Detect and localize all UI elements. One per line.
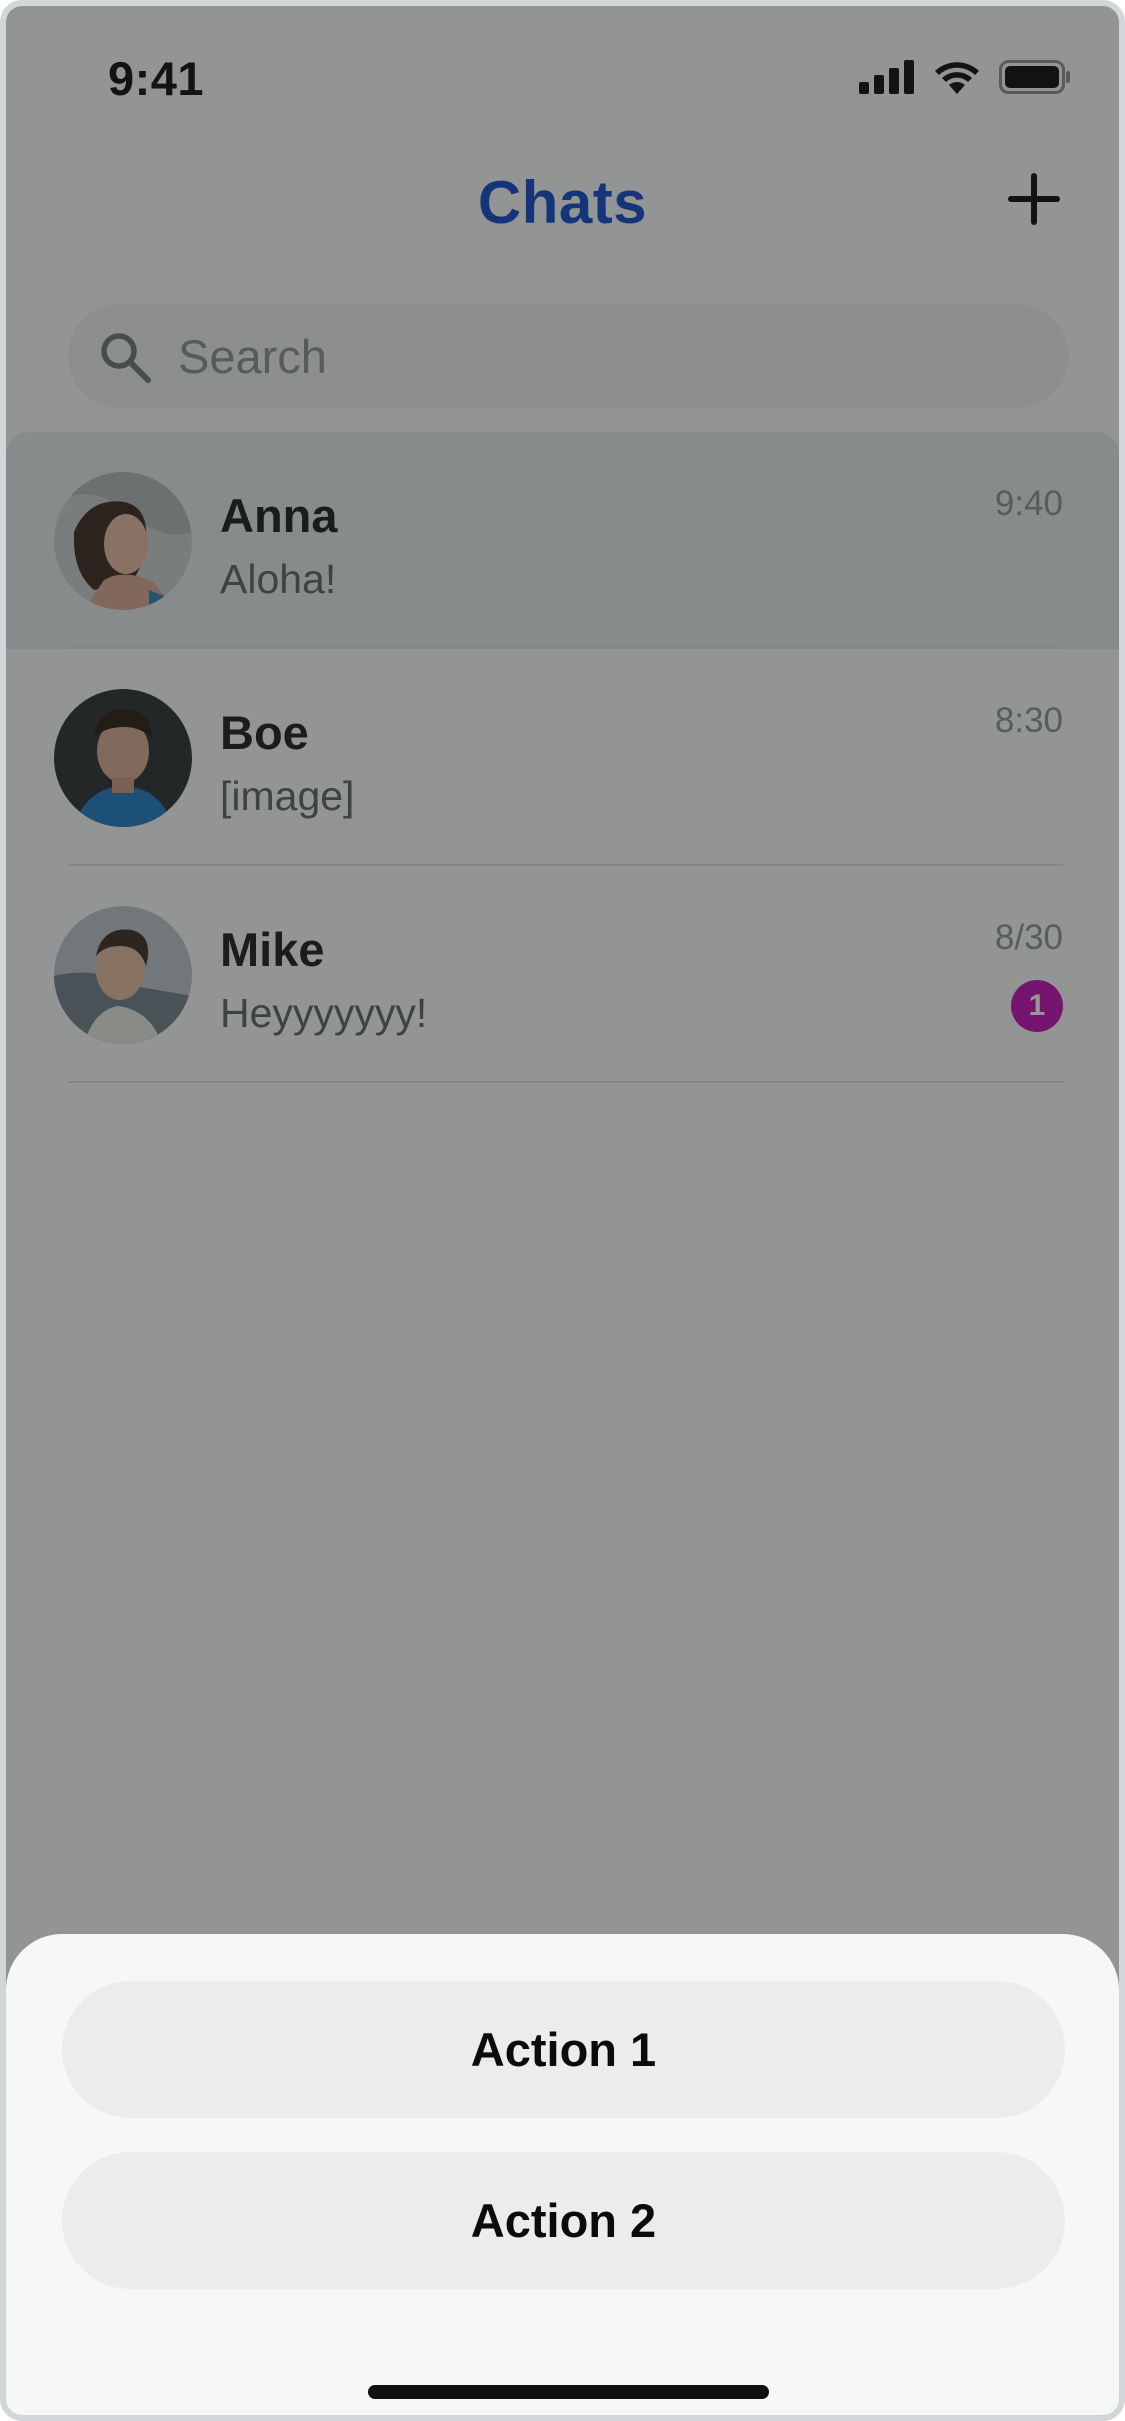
action-1-button[interactable]: Action 1 — [62, 1981, 1065, 2118]
chats-screen: 9:41 Chats Search Anna Aloha! 9:40 Boe [… — [6, 6, 1119, 2415]
phone-frame: 9:41 Chats Search Anna Aloha! 9:40 Boe [… — [0, 0, 1125, 2421]
action-2-button[interactable]: Action 2 — [62, 2152, 1065, 2289]
action-sheet: Action 1 Action 2 — [6, 1934, 1119, 2415]
home-indicator[interactable] — [368, 2385, 769, 2399]
